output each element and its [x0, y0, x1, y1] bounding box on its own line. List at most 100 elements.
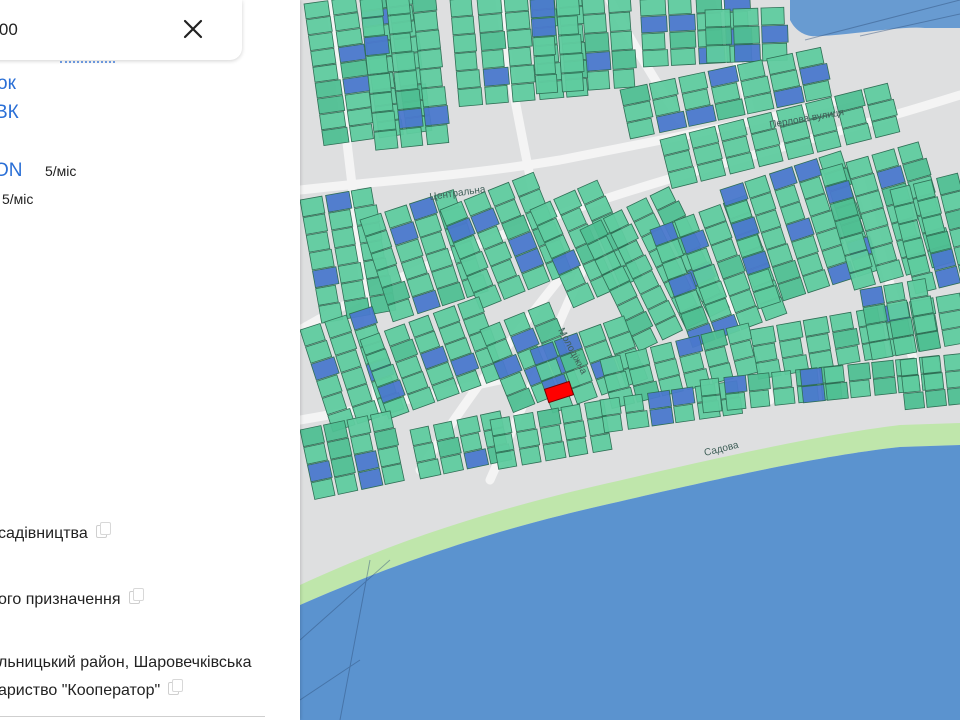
parcel[interactable]: [308, 248, 335, 271]
parcel[interactable]: [365, 54, 389, 76]
search-bar[interactable]: 0300: [0, 0, 242, 60]
parcel[interactable]: [862, 303, 888, 325]
parcel[interactable]: [725, 391, 747, 411]
parcel[interactable]: [892, 334, 918, 357]
parcel[interactable]: [533, 55, 557, 76]
parcel-highlighted[interactable]: [363, 34, 390, 57]
parcel[interactable]: [369, 91, 394, 113]
parcel[interactable]: [455, 69, 481, 90]
parcel[interactable]: [333, 12, 361, 32]
parcel[interactable]: [302, 213, 328, 235]
parcel[interactable]: [946, 386, 960, 406]
parcel[interactable]: [454, 51, 478, 72]
parcel[interactable]: [670, 47, 696, 66]
parcel[interactable]: [310, 478, 336, 500]
parcel[interactable]: [872, 376, 897, 396]
parcel-highlighted[interactable]: [342, 75, 371, 95]
parcel[interactable]: [582, 13, 608, 34]
parcel[interactable]: [395, 88, 422, 111]
copy-icon[interactable]: [95, 522, 111, 538]
parcel[interactable]: [367, 72, 392, 94]
parcel[interactable]: [772, 386, 796, 406]
parcel-highlighted[interactable]: [640, 15, 668, 34]
parcel[interactable]: [419, 67, 443, 89]
parcel-highlighted[interactable]: [482, 66, 510, 87]
parcel[interactable]: [752, 342, 778, 363]
parcel[interactable]: [642, 49, 669, 68]
parcel[interactable]: [449, 0, 474, 18]
parcel[interactable]: [560, 72, 585, 93]
parcel[interactable]: [303, 442, 328, 465]
parcel[interactable]: [413, 442, 437, 463]
parcel[interactable]: [371, 110, 397, 132]
parcel[interactable]: [747, 372, 771, 392]
parcel[interactable]: [886, 299, 910, 321]
parcel-highlighted[interactable]: [647, 389, 672, 410]
parcel-highlighted[interactable]: [585, 51, 612, 72]
info-link-2[interactable]: ВК: [0, 102, 19, 124]
parcel[interactable]: [534, 73, 559, 95]
parcel[interactable]: [921, 355, 942, 375]
parcel[interactable]: [601, 413, 623, 434]
parcel-highlighted[interactable]: [670, 386, 696, 407]
parcel[interactable]: [760, 6, 785, 26]
parcel-highlighted[interactable]: [337, 43, 367, 63]
parcel[interactable]: [705, 26, 733, 46]
parcel[interactable]: [421, 86, 447, 108]
parcel[interactable]: [705, 44, 731, 64]
parcel[interactable]: [556, 15, 579, 36]
parcel[interactable]: [308, 31, 335, 51]
parcel[interactable]: [847, 362, 872, 382]
parcel-highlighted[interactable]: [799, 367, 824, 387]
parcel[interactable]: [599, 396, 622, 417]
parcel[interactable]: [938, 309, 960, 331]
parcel-highlighted[interactable]: [668, 13, 696, 32]
parcel[interactable]: [868, 339, 894, 361]
parcel[interactable]: [871, 359, 896, 379]
parcel[interactable]: [337, 262, 364, 284]
info-link-1[interactable]: ок: [0, 73, 16, 95]
parcel[interactable]: [555, 0, 581, 17]
info-link-3[interactable]: ON: [0, 160, 23, 182]
parcel[interactable]: [340, 59, 369, 79]
parcel[interactable]: [673, 403, 696, 424]
parcel[interactable]: [639, 0, 667, 17]
parcel-highlighted[interactable]: [530, 16, 557, 38]
parcel[interactable]: [349, 123, 374, 143]
parcel[interactable]: [481, 49, 505, 69]
parcel[interactable]: [389, 32, 413, 54]
parcel[interactable]: [584, 32, 610, 53]
parcel[interactable]: [361, 16, 386, 38]
parcel[interactable]: [558, 34, 583, 55]
parcel[interactable]: [516, 428, 541, 449]
parcel[interactable]: [331, 226, 356, 249]
parcel-highlighted[interactable]: [649, 406, 675, 427]
parcel[interactable]: [433, 420, 456, 442]
copy-icon[interactable]: [168, 679, 184, 695]
parcel[interactable]: [344, 91, 372, 111]
parcel[interactable]: [749, 389, 771, 409]
parcel[interactable]: [945, 369, 960, 389]
parcel[interactable]: [581, 0, 606, 15]
parcel[interactable]: [479, 30, 507, 51]
parcel[interactable]: [334, 244, 359, 266]
parcel[interactable]: [314, 79, 343, 99]
parcel[interactable]: [377, 445, 402, 468]
parcel-highlighted[interactable]: [312, 266, 340, 289]
parcel[interactable]: [699, 377, 721, 397]
parcel[interactable]: [704, 8, 732, 28]
parcel[interactable]: [909, 295, 934, 317]
parcel[interactable]: [701, 394, 723, 414]
parcel[interactable]: [359, 0, 385, 19]
parcel[interactable]: [612, 68, 636, 89]
parcel[interactable]: [476, 0, 503, 16]
parcel[interactable]: [305, 231, 331, 253]
parcel[interactable]: [566, 437, 589, 458]
parcel[interactable]: [492, 433, 515, 453]
map-canvas[interactable]: Перлова вулицяЦентральнаМолодіжнаСадова: [300, 0, 960, 720]
parcel[interactable]: [452, 33, 477, 54]
parcel[interactable]: [865, 321, 890, 343]
parcel[interactable]: [387, 13, 413, 35]
parcel-highlighted[interactable]: [325, 190, 353, 213]
parcel[interactable]: [924, 389, 947, 408]
